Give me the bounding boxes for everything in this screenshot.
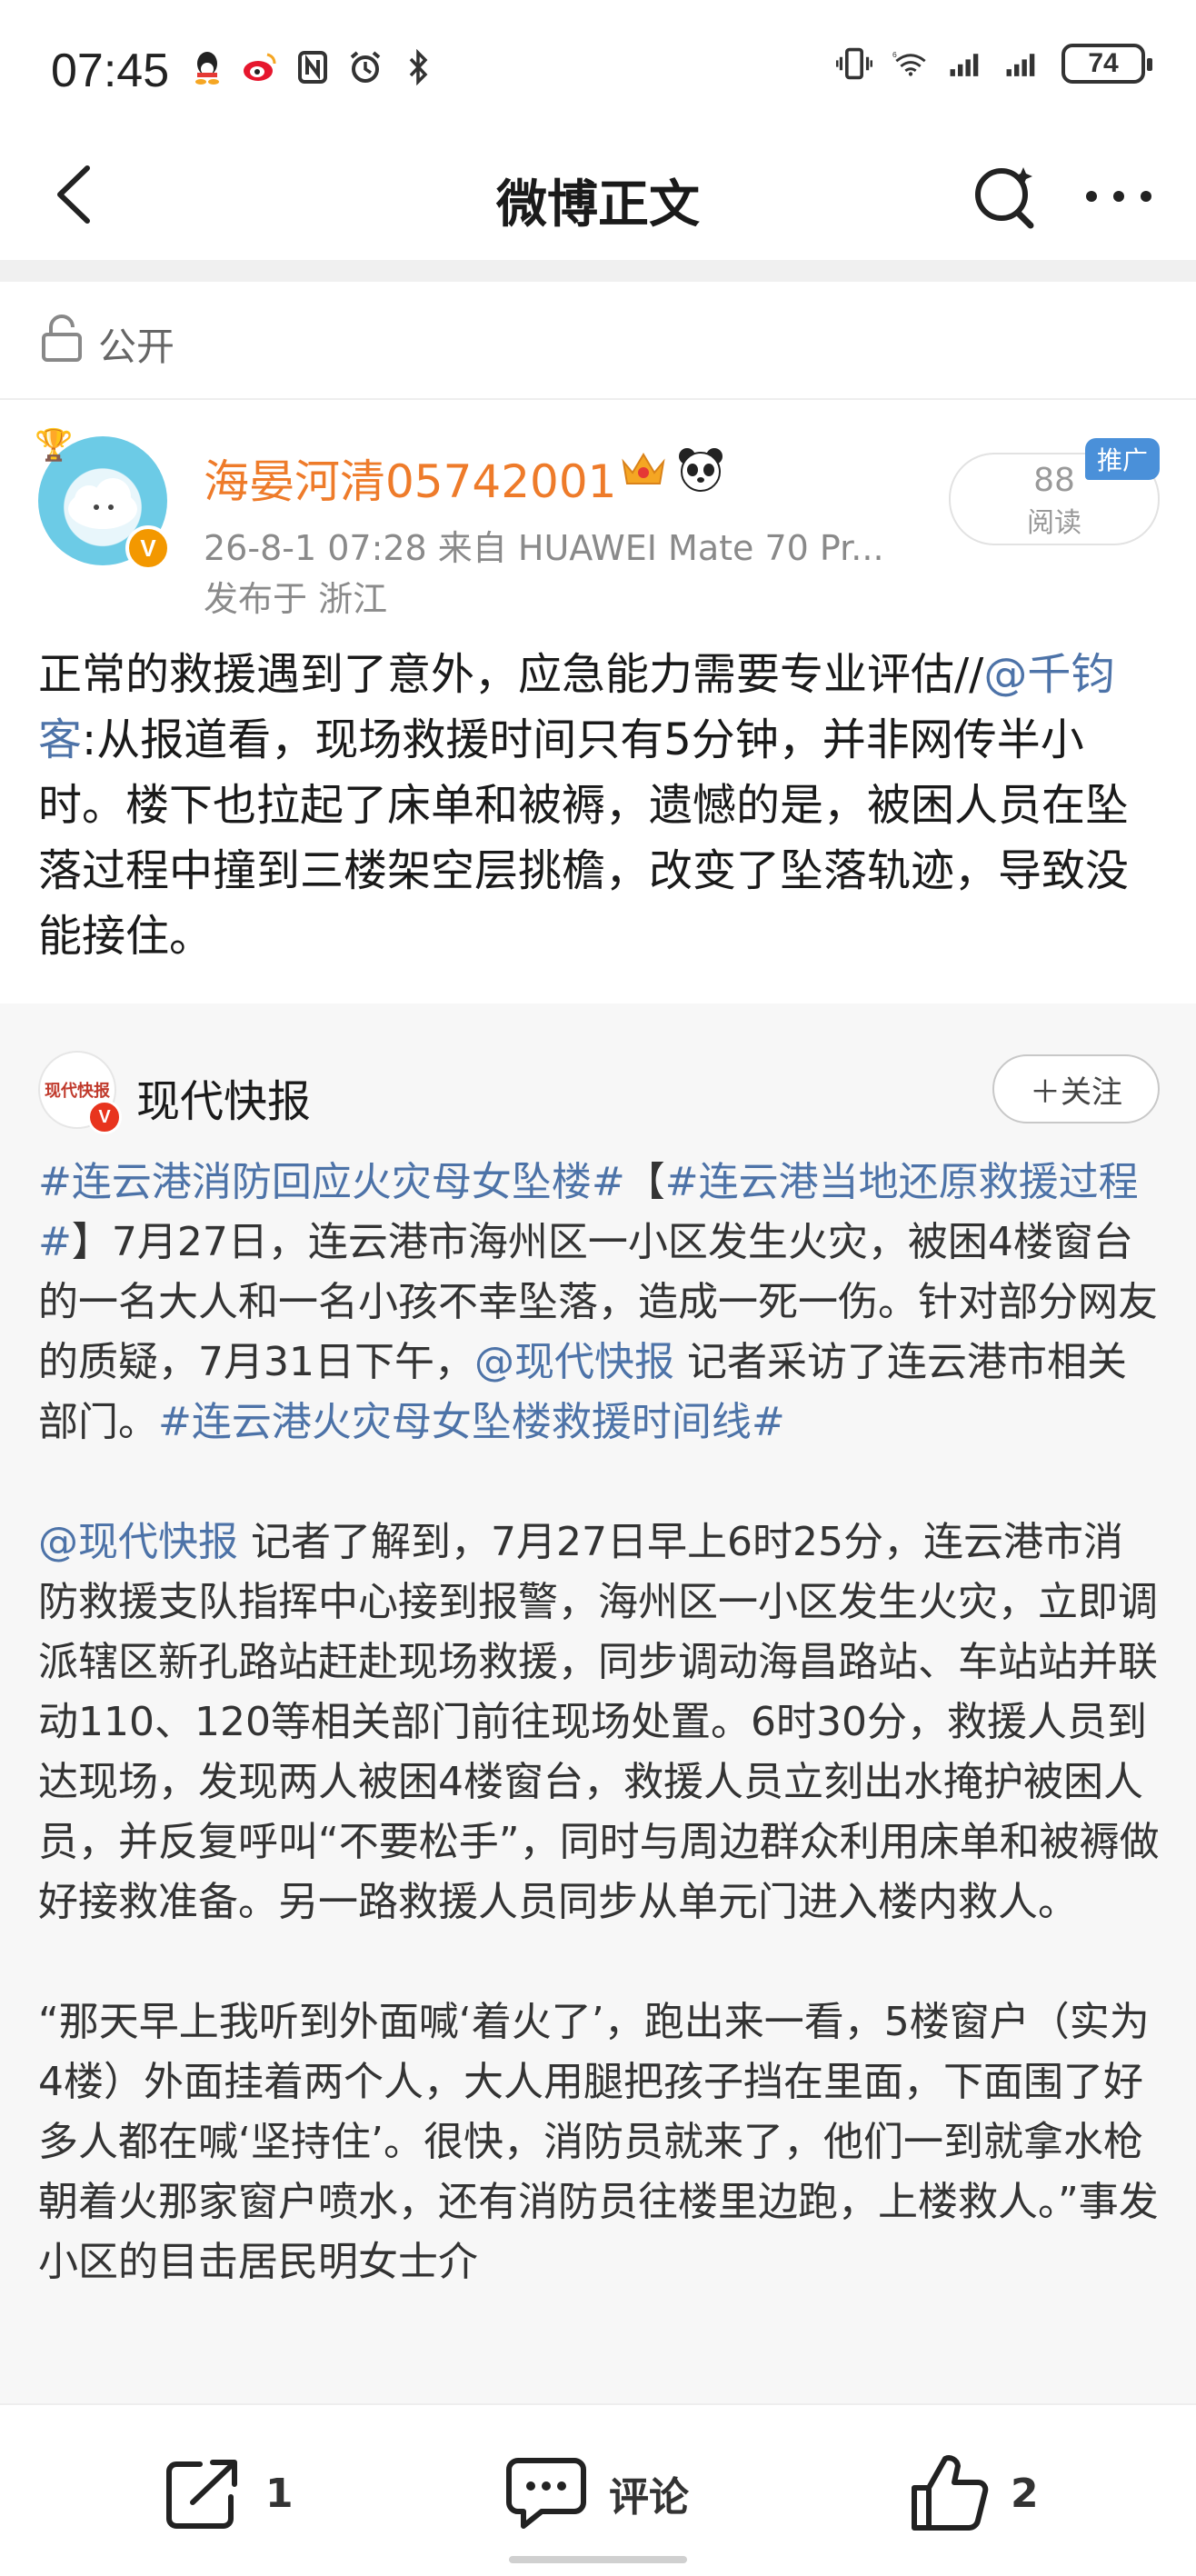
- bottom-action-bar: 1 评论 2: [0, 2403, 1196, 2576]
- post-body: 正常的救援遇到了意外，应急能力需要专业评估//@千钧客:从报道看，现场救援时间只…: [38, 642, 1160, 969]
- hashtag-link[interactable]: #连云港火灾母女坠楼救援时间线#: [158, 1399, 785, 1445]
- signal-icon: [949, 44, 985, 84]
- mention-link[interactable]: @现代快报: [38, 1519, 238, 1565]
- visibility-bar: 公开: [0, 282, 1196, 400]
- avatar-crown-icon: 🏆: [35, 427, 74, 464]
- status-left-icons: [189, 47, 436, 87]
- status-bar: 07:45 6 74: [0, 0, 1196, 136]
- nfc-icon: [294, 47, 331, 87]
- search-icon: [975, 167, 1034, 229]
- vip-crown-icon[interactable]: [620, 449, 667, 499]
- mention-link[interactable]: @现代快报: [474, 1339, 674, 1385]
- comment-button[interactable]: 评论: [505, 2454, 689, 2532]
- retweet-paragraph: #连云港消防回应火灾母女坠楼#【#连云港当地还原救援过程#】7月27日，连云港市…: [38, 1153, 1160, 1453]
- unlock-icon: [40, 315, 85, 367]
- bluetooth-icon: [400, 47, 436, 87]
- retweet-paragraph: @现代快报 记者了解到，7月27日早上6时25分，连云港市消防救援支队指挥中心接…: [38, 1513, 1160, 1932]
- post-meta: 26-8-1 07:28 来自 HUAWEI Mate 70 Pr...: [204, 528, 884, 568]
- search-button[interactable]: [969, 160, 1042, 233]
- battery-indicator: 74: [1061, 44, 1152, 84]
- more-dots-icon: [1086, 191, 1151, 202]
- post-text-part: 正常的救援遇到了意外，应急能力需要专业评估//: [38, 649, 984, 700]
- share-count: 1: [265, 2470, 294, 2517]
- read-label: 阅读: [1027, 507, 1081, 539]
- vibrate-icon: [836, 44, 872, 84]
- svg-text:6: 6: [892, 50, 897, 59]
- post-author-header: 🏆 V 海晏河清05742001 26-8-1 07:28 来自 HUAWEI …: [0, 418, 1196, 627]
- retweet-body: #连云港消防回应火灾母女坠楼#【#连云港当地还原救援过程#】7月27日，连云港市…: [38, 1153, 1160, 2352]
- wifi-6-icon: 6: [892, 44, 929, 84]
- follow-button[interactable]: ＋关注: [992, 1054, 1160, 1123]
- retweet-paragraph: “那天早上我听到外面喊‘着火了’，跑出来一看，5楼窗户（实为4楼）外面挂着两个人…: [38, 1999, 1159, 2285]
- signal-icon: [1005, 44, 1042, 84]
- hashtag-link[interactable]: #连云港消防回应火灾母女坠楼#: [38, 1159, 625, 1205]
- alarm-icon: [347, 47, 384, 87]
- verified-badge-icon: V: [87, 1100, 122, 1134]
- home-indicator[interactable]: [509, 2556, 687, 2563]
- status-time: 07:45: [51, 45, 170, 97]
- promo-badge[interactable]: 推广: [1085, 438, 1160, 480]
- qq-icon: [189, 47, 225, 87]
- like-count: 2: [1011, 2470, 1039, 2517]
- comment-icon: [506, 2458, 586, 2529]
- author-name[interactable]: 海晏河清05742001: [204, 445, 617, 511]
- panda-badge-icon[interactable]: [676, 445, 725, 494]
- section-divider: [0, 260, 1196, 282]
- source-name[interactable]: 现代快报: [136, 1065, 311, 1129]
- share-icon: [166, 2460, 237, 2529]
- status-right-icons: 6 74: [836, 44, 1152, 84]
- retweet-text: 记者了解到，7月27日早上6时25分，连云港市消防救援支队指挥中心接到报警，海州…: [38, 1519, 1160, 1925]
- post-text-part: :从报道看，现场救援时间只有5分钟，并非网传半小时。楼下也拉起了床单和被褥，遗憾…: [38, 714, 1130, 962]
- post-location: 发布于 浙江: [204, 579, 388, 619]
- weibo-icon: [242, 47, 278, 87]
- share-button[interactable]: 1: [164, 2454, 294, 2532]
- comment-label: 评论: [609, 2474, 689, 2521]
- more-options-button[interactable]: [1078, 160, 1160, 233]
- top-nav-bar: 微博正文: [0, 136, 1196, 255]
- thumbs-up-icon: [912, 2455, 989, 2531]
- retweet-text: 【: [624, 1159, 665, 1205]
- verified-badge-icon: V: [125, 525, 171, 571]
- retweeted-post[interactable]: 现代快报 V 现代快报 ＋关注 #连云港消防回应火灾母女坠楼#【#连云港当地还原…: [0, 1003, 1196, 2403]
- visibility-label: 公开: [98, 324, 175, 369]
- like-button[interactable]: 2: [909, 2454, 1039, 2532]
